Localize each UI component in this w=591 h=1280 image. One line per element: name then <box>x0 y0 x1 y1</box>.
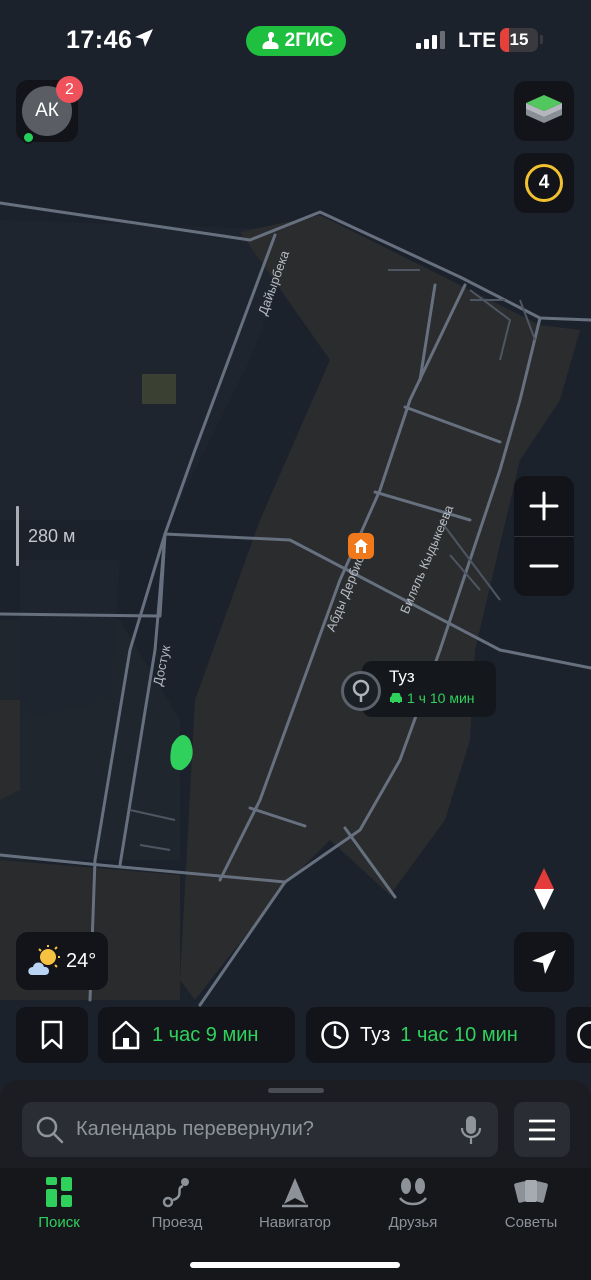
status-time: 17:46 <box>66 26 133 54</box>
place-name: Туз <box>389 667 415 686</box>
tab-label: Навигатор <box>258 1214 332 1231</box>
tab-directions[interactable]: Проезд <box>127 1176 227 1231</box>
battery-tip <box>540 35 543 44</box>
tab-navigator[interactable]: Навигатор <box>245 1176 345 1231</box>
notification-badge: 2 <box>56 76 83 103</box>
home-icon <box>354 539 368 553</box>
grid-icon <box>46 1177 72 1207</box>
my-location-button[interactable] <box>514 932 574 992</box>
battery-icon: 15 <box>500 28 538 52</box>
menu-button[interactable] <box>514 1102 570 1157</box>
search-icon <box>36 1116 64 1143</box>
tree-icon <box>352 679 370 702</box>
clock-icon-partial <box>577 1021 591 1049</box>
home-route-chip[interactable]: 1 час 9 мин <box>98 1007 295 1063</box>
tab-tips[interactable]: Советы <box>481 1176 581 1231</box>
home-eta: 1 час 9 мин <box>152 1023 259 1046</box>
minus-icon <box>529 564 559 568</box>
compass-icon[interactable] <box>530 866 558 912</box>
plus-icon <box>529 491 559 521</box>
tab-label: Друзья <box>388 1214 438 1231</box>
hamburger-icon <box>529 1119 555 1140</box>
route-eta: 1 час 10 мин <box>400 1023 518 1046</box>
bookmarks-button[interactable] <box>16 1007 88 1063</box>
brand-name: 2ГИС <box>284 30 334 51</box>
sheet-grabber[interactable] <box>268 1088 324 1093</box>
location-arrow-icon <box>135 29 153 47</box>
home-indicator <box>190 1262 400 1268</box>
navigator-icon <box>282 1178 308 1208</box>
route-name: Туз <box>360 1023 391 1046</box>
scale-bar <box>16 506 19 566</box>
tab-label: Поиск <box>38 1214 80 1231</box>
battery-level: 15 <box>509 30 529 49</box>
traffic-level: 4 <box>525 164 563 202</box>
tab-friends[interactable]: Друзья <box>363 1176 463 1231</box>
network-type: LTE <box>458 29 497 52</box>
partly-cloudy-icon <box>28 945 60 975</box>
home-outline-icon <box>112 1020 140 1050</box>
clock-icon <box>321 1021 349 1049</box>
brand-pill[interactable]: 2ГИС <box>246 26 346 56</box>
app-root: { "status_bar": {"time": "17:46", "brand… <box>0 0 591 1280</box>
tab-search[interactable]: Поиск <box>9 1176 109 1231</box>
signal-icon <box>416 31 445 49</box>
weather-temperature: 24° <box>66 949 97 972</box>
navigation-arrow-icon <box>532 950 556 974</box>
shortcut-chips: 1 час 9 мин Туз 1 час 10 мин <box>16 1007 591 1063</box>
layers-icon <box>526 95 562 123</box>
zoom-control <box>514 476 574 596</box>
place-card[interactable]: Туз 1 ч 10 мин <box>362 661 496 717</box>
car-icon <box>390 693 402 703</box>
search-placeholder: Календарь перевернули? <box>76 1118 314 1140</box>
place-eta-row: 1 ч 10 мин <box>389 690 496 706</box>
goose-icon <box>262 32 279 49</box>
zoom-out-button[interactable] <box>514 536 574 596</box>
bookmark-icon <box>41 1020 63 1050</box>
zoom-in-button[interactable] <box>514 476 574 536</box>
friends-icon <box>399 1178 427 1206</box>
layers-button[interactable] <box>514 81 574 141</box>
traffic-button[interactable]: 4 <box>514 153 574 213</box>
route-icon <box>162 1178 189 1208</box>
place-pin[interactable] <box>341 671 381 711</box>
more-chip[interactable] <box>566 1007 591 1063</box>
status-bar: 17:46 2ГИС LTE 15 <box>0 0 591 80</box>
scale-label: 280 м <box>28 526 76 546</box>
home-poi-marker[interactable] <box>348 533 374 559</box>
cards-icon <box>514 1180 548 1203</box>
microphone-icon[interactable] <box>460 1115 482 1145</box>
tab-label: Проезд <box>151 1214 203 1231</box>
place-eta: 1 ч 10 мин <box>407 690 475 706</box>
online-indicator <box>22 131 35 144</box>
tab-label: Советы <box>504 1214 558 1231</box>
search-input[interactable]: Календарь перевернули? <box>22 1102 498 1157</box>
recent-route-chip[interactable]: Туз 1 час 10 мин <box>306 1007 555 1063</box>
weather-widget[interactable]: 24° <box>16 932 108 990</box>
